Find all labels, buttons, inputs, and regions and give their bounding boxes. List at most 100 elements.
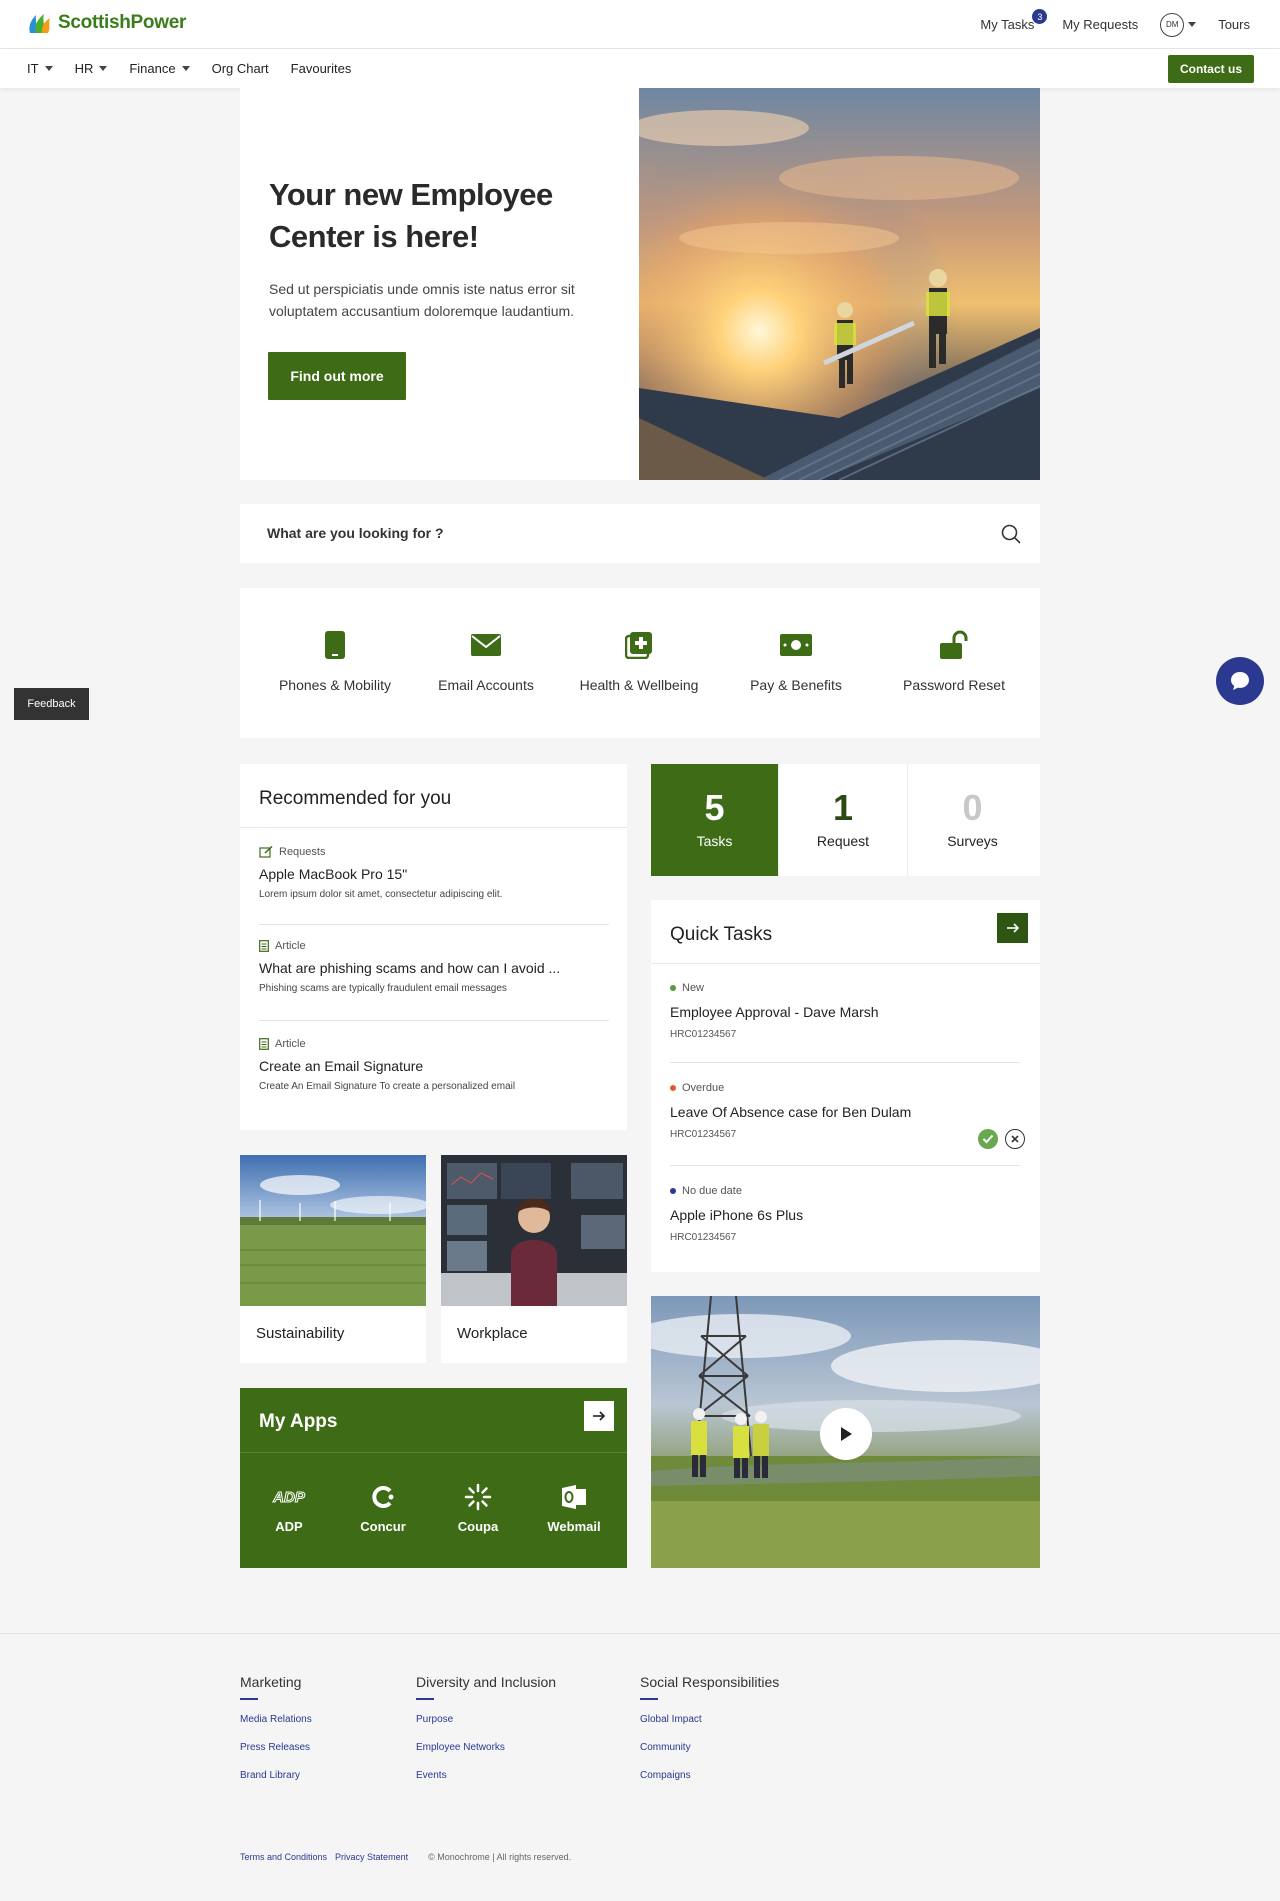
nav-item-favourites[interactable]: Favourites <box>291 61 352 76</box>
recommended-item[interactable]: Article What are phishing scams and how … <box>259 940 609 994</box>
money-icon <box>780 634 812 656</box>
document-icon <box>259 1038 269 1050</box>
app-webmail[interactable]: Webmail <box>539 1483 609 1534</box>
approve-button[interactable] <box>978 1129 998 1149</box>
nav-item-label: HR <box>74 61 94 76</box>
divider <box>240 827 627 828</box>
flame-logo-icon <box>29 14 50 33</box>
chevron-down-icon <box>1188 22 1197 27</box>
task-name: Employee Approval - Dave Marsh <box>670 1004 879 1020</box>
request-label: Request <box>816 833 870 849</box>
nav-item-label: IT <box>27 61 39 76</box>
item-type: Requests <box>279 846 326 858</box>
footer-heading: Diversity and Inclusion <box>416 1674 557 1690</box>
recommended-item[interactable]: Article Create an Email Signature Create… <box>259 1038 609 1092</box>
category-pay-benefits[interactable]: Pay & Benefits <box>745 628 847 693</box>
terms-link[interactable]: Terms and Conditions <box>240 1852 327 1862</box>
tile-sustainability[interactable]: Sustainability <box>240 1155 430 1363</box>
arrow-right-icon <box>1006 923 1019 933</box>
item-type: Article <box>275 1038 306 1050</box>
arrow-right-icon <box>593 1411 606 1421</box>
concur-logo-icon <box>372 1486 394 1508</box>
close-icon <box>1011 1135 1019 1143</box>
tasks-stat[interactable]: 5 Tasks <box>651 764 779 876</box>
surveys-stat[interactable]: 0 Surveys <box>908 764 1037 876</box>
my-tasks-link[interactable]: My Tasks 3 <box>980 9 1048 32</box>
footer-legal: Terms and Conditions Privacy Statement ©… <box>240 1852 571 1862</box>
app-label: Webmail <box>547 1519 601 1534</box>
footer-link[interactable]: Brand Library <box>240 1770 312 1781</box>
nav-item-label: Finance <box>129 61 176 76</box>
coupa-logo-icon <box>464 1483 492 1511</box>
my-apps-title: My Apps <box>259 1411 338 1432</box>
task-status: New <box>682 982 705 994</box>
outlook-logo-icon <box>562 1485 586 1509</box>
category-password-reset[interactable]: Password Reset <box>898 628 1010 693</box>
tile-label: Workplace <box>457 1325 528 1342</box>
nav-item-it[interactable]: IT <box>27 61 53 76</box>
unlock-icon <box>940 630 968 659</box>
category-shortcuts: Phones & Mobility Email Accounts Health … <box>240 588 1040 738</box>
divider <box>259 1020 609 1021</box>
copyright: © Monochrome | All rights reserved. <box>428 1852 572 1862</box>
search-icon[interactable] <box>1000 523 1022 545</box>
app-coupa[interactable]: Coupa <box>443 1483 513 1534</box>
my-requests-link[interactable]: My Requests <box>1062 17 1138 32</box>
feedback-button[interactable]: Feedback <box>14 688 89 720</box>
video-player[interactable] <box>651 1296 1040 1568</box>
reject-button[interactable] <box>1005 1129 1025 1149</box>
surveys-count: 0 <box>962 787 983 828</box>
tile-label: Sustainability <box>256 1325 345 1342</box>
quick-tasks-arrow-button[interactable] <box>997 913 1028 943</box>
chat-button[interactable] <box>1216 657 1264 705</box>
category-health-wellbeing[interactable]: Health & Wellbeing <box>573 628 705 693</box>
divider <box>259 924 609 925</box>
tile-workplace[interactable]: Workplace <box>441 1155 627 1363</box>
edit-icon <box>259 846 273 858</box>
search-bar[interactable]: What are you looking for ? <box>240 504 1040 563</box>
request-stat[interactable]: 1 Request <box>779 764 908 876</box>
nav-item-org-chart[interactable]: Org Chart <box>212 61 269 76</box>
footer-link[interactable]: Media Relations <box>240 1714 312 1725</box>
my-apps-arrow-button[interactable] <box>584 1401 614 1431</box>
search-input[interactable]: What are you looking for ? <box>267 525 444 541</box>
scottishpower-logo[interactable]: ScottishPower <box>26 11 186 35</box>
footer-link[interactable]: Compaigns <box>640 1770 779 1781</box>
footer-link[interactable]: Press Releases <box>240 1742 312 1753</box>
nav-item-finance[interactable]: Finance <box>129 61 190 76</box>
play-icon <box>841 1427 852 1441</box>
app-label: Coupa <box>457 1519 499 1534</box>
nav-item-hr[interactable]: HR <box>75 61 108 76</box>
footer-link[interactable]: Purpose <box>416 1714 556 1725</box>
quick-task-item[interactable]: New Employee Approval - Dave Marsh HRC01… <box>670 982 1020 1040</box>
footer-link[interactable]: Events <box>416 1770 556 1781</box>
quick-tasks-panel: Quick Tasks New Employee Approval - Dave… <box>651 900 1040 1272</box>
quick-task-item[interactable]: No due date Apple iPhone 6s Plus HRC0123… <box>670 1185 1020 1243</box>
item-title: What are phishing scams and how can I av… <box>259 960 561 976</box>
contact-us-button[interactable]: Contact us <box>1167 55 1254 83</box>
recommended-panel: Recommended for you Requests Apple MacBo… <box>240 764 627 1130</box>
footer-link[interactable]: Employee Networks <box>416 1742 556 1753</box>
app-label: ADP <box>275 1519 303 1534</box>
category-phones-mobility[interactable]: Phones & Mobility <box>271 628 399 693</box>
footer: Marketing Media Relations Press Releases… <box>0 1633 1280 1901</box>
tasks-count-badge: 3 <box>1032 9 1048 24</box>
document-icon <box>259 940 269 952</box>
tours-link[interactable]: Tours <box>1218 17 1250 32</box>
footer-link[interactable]: Global Impact <box>640 1714 779 1725</box>
footer-link[interactable]: Community <box>640 1742 779 1753</box>
privacy-link[interactable]: Privacy Statement <box>335 1852 408 1862</box>
user-menu[interactable]: DM <box>1160 12 1197 37</box>
hero-image-workers-on-roof <box>639 88 1040 480</box>
quick-task-item[interactable]: Overdue Leave Of Absence case for Ben Du… <box>670 1082 1020 1140</box>
status-dot <box>670 985 676 991</box>
top-header: ScottishPower My Tasks 3 My Requests DM … <box>0 0 1280 49</box>
category-email-accounts[interactable]: Email Accounts <box>426 628 546 693</box>
medical-icon <box>625 632 652 659</box>
find-out-more-button[interactable]: Find out more <box>268 352 406 400</box>
play-button[interactable] <box>820 1408 872 1460</box>
recommended-item[interactable]: Requests Apple MacBook Pro 15" Lorem ips… <box>259 846 609 900</box>
app-adp[interactable]: ADP ADP <box>254 1483 324 1535</box>
app-concur[interactable]: Concur <box>348 1483 418 1534</box>
wind-farm-image <box>240 1155 430 1306</box>
